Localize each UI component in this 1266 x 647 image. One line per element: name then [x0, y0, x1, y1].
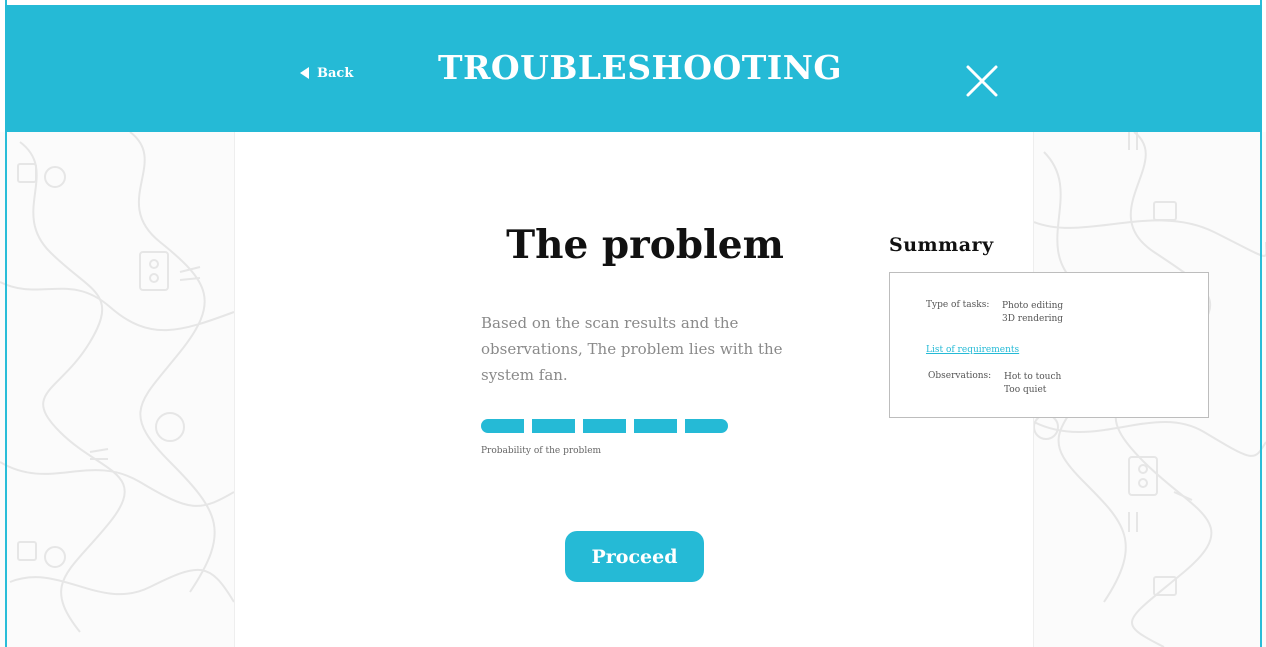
- back-button[interactable]: Back: [300, 61, 353, 85]
- summary-observations-row: Observations: Hot to touch Too quiet: [928, 371, 1061, 397]
- probability-segment: [481, 419, 524, 433]
- close-button[interactable]: [962, 59, 1002, 99]
- summary-task-item: Photo editing: [1002, 301, 1064, 311]
- summary-tasks-values: Photo editing 3D rendering: [1002, 300, 1063, 326]
- problem-heading: The problem: [506, 222, 784, 268]
- summary-observation-item: Too quiet: [1004, 385, 1047, 395]
- cable-pattern-icon: [0, 132, 234, 633]
- page-title: TROUBLESHOOTING: [437, 48, 843, 87]
- proceed-button[interactable]: Proceed: [565, 531, 704, 582]
- summary-tasks-row: Type of tasks: Photo editing 3D renderin…: [926, 300, 1063, 326]
- probability-segment: [532, 419, 575, 433]
- summary-task-item: 3D rendering: [1002, 314, 1064, 324]
- probability-meter: [481, 419, 733, 434]
- probability-segment: [583, 419, 626, 433]
- summary-observations-label: Observations:: [928, 371, 992, 381]
- back-button-label: Back: [317, 65, 354, 81]
- triangle-left-icon: [300, 67, 309, 79]
- close-x-icon: [966, 65, 998, 97]
- probability-segment: [634, 419, 677, 433]
- problem-description: Based on the scan results and the observ…: [481, 314, 783, 384]
- probability-caption: Probability of the problem: [481, 446, 602, 456]
- summary-observation-item: Hot to touch: [1004, 372, 1062, 382]
- summary-observations-values: Hot to touch Too quiet: [1004, 371, 1061, 397]
- summary-heading: Summary: [889, 234, 994, 256]
- probability-segment: [685, 419, 728, 433]
- requirements-link[interactable]: List of requirements: [926, 345, 1019, 355]
- decorative-cable-pattern-left: [0, 132, 234, 647]
- app-frame: Back TROUBLESHOOTING The problem Based o…: [0, 0, 1266, 647]
- summary-tasks-label: Type of tasks:: [926, 300, 990, 310]
- summary-panel: Type of tasks: Photo editing 3D renderin…: [889, 272, 1209, 418]
